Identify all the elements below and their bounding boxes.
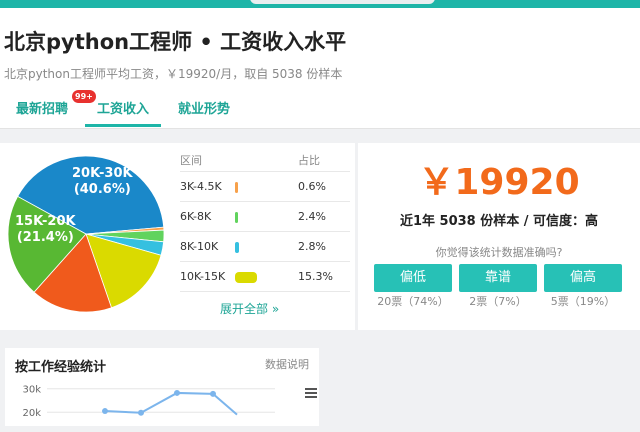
col-share-header: 占比 xyxy=(298,154,320,167)
range-label: 8K-10K xyxy=(180,240,219,253)
vote-reliable-button[interactable]: 靠谱 xyxy=(459,264,537,292)
tab-latest-jobs[interactable]: 最新招聘 99+ xyxy=(4,90,96,126)
vote-low-button[interactable]: 偏低 xyxy=(374,264,452,292)
distribution-table: 区间 占比 3K-4.5K 0.6% 6K-8K 2.4% 8K-10K 2.8% 10K-… xyxy=(180,151,350,292)
tab-label: 就业形势 xyxy=(178,102,231,117)
page-subtitle: 北京python工程师平均工资，￥19920/月，取自 5038 份样本 xyxy=(4,67,343,81)
vote-low-count: 20票（74%） xyxy=(377,295,449,308)
share-value: 2.8% xyxy=(298,240,326,253)
line-point[interactable] xyxy=(210,390,216,397)
share-bar xyxy=(235,212,239,223)
share-value: 15.3% xyxy=(298,270,333,283)
distribution-row: 3K-4.5K 0.6% xyxy=(180,172,350,202)
vote-high-button[interactable]: 偏高 xyxy=(544,264,622,292)
range-label: 10K-15K xyxy=(180,270,226,283)
pie-label-name: 15K-20K xyxy=(15,214,76,229)
pie-label-20-30k: 20K-30K (40.6%) xyxy=(72,166,133,198)
tab-bar: 最新招聘 99+ 工资收入 就业形势 xyxy=(0,90,640,129)
experience-stats-panel: 按工作经验统计 数据说明 30k 20k xyxy=(5,348,319,426)
range-label: 6K-8K xyxy=(180,210,212,223)
distribution-row: 10K-15K 15.3% xyxy=(180,262,350,292)
tab-salary[interactable]: 工资收入 xyxy=(85,94,162,127)
experience-line-chart: 30k 20k xyxy=(22,385,275,419)
distribution-row: 6K-8K 2.4% xyxy=(180,202,350,232)
table-header: 区间 占比 xyxy=(180,151,350,172)
distribution-row: 8K-10K 2.8% xyxy=(180,232,350,262)
tab-employment[interactable]: 就业形势 xyxy=(166,94,242,126)
y-tick-label: 20k xyxy=(22,408,41,419)
top-nav-bar xyxy=(0,0,640,8)
pie-label-15-20k: 15K-20K (21.4%) xyxy=(15,214,76,246)
line-point[interactable] xyxy=(174,389,180,396)
y-tick-label: 30k xyxy=(22,385,41,396)
line-point[interactable] xyxy=(138,409,144,416)
share-value: 2.4% xyxy=(298,210,326,223)
search-bar[interactable] xyxy=(250,0,435,4)
vote-reliable-count: 2票（7%） xyxy=(469,295,527,308)
range-label: 3K-4.5K xyxy=(180,180,222,193)
pie-label-pct: (40.6%) xyxy=(73,182,131,197)
share-bar xyxy=(235,182,238,193)
tab-label: 工资收入 xyxy=(97,102,150,117)
chart-menu-icon[interactable] xyxy=(305,386,317,400)
salary-summary-panel: ￥19920 近1年 5038 份样本 / 可信度：高 你觉得该统计数据准确吗?… xyxy=(358,143,640,330)
col-range-header: 区间 xyxy=(180,154,202,167)
pie-label-name: 20K-30K xyxy=(72,166,133,181)
vote-high-count: 5票（19%） xyxy=(550,295,616,308)
share-bar xyxy=(235,272,257,283)
line-point[interactable] xyxy=(102,408,108,415)
sample-info: 近1年 5038 份样本 / 可信度：高 xyxy=(399,214,599,229)
tab-label: 最新招聘 xyxy=(16,102,69,117)
page-title: 北京python工程师 • 工资收入水平 xyxy=(4,30,347,54)
share-value: 0.6% xyxy=(298,180,326,193)
page-header: 北京python工程师 • 工资收入水平 北京python工程师平均工资，￥19… xyxy=(0,8,640,129)
pie-label-pct: (21.4%) xyxy=(16,230,74,245)
data-note-link[interactable]: 数据说明 xyxy=(265,356,309,372)
line-series xyxy=(104,391,238,416)
accuracy-question: 你觉得该统计数据准确吗? xyxy=(435,246,563,259)
share-bar xyxy=(235,242,240,253)
expand-all-link[interactable]: 展开全部 » xyxy=(220,300,279,317)
salary-distribution-panel: 20K-30K (40.6%) 15K-20K (21.4%) 区间 占比 3K… xyxy=(0,143,355,330)
average-salary: ￥19920 xyxy=(418,162,580,203)
